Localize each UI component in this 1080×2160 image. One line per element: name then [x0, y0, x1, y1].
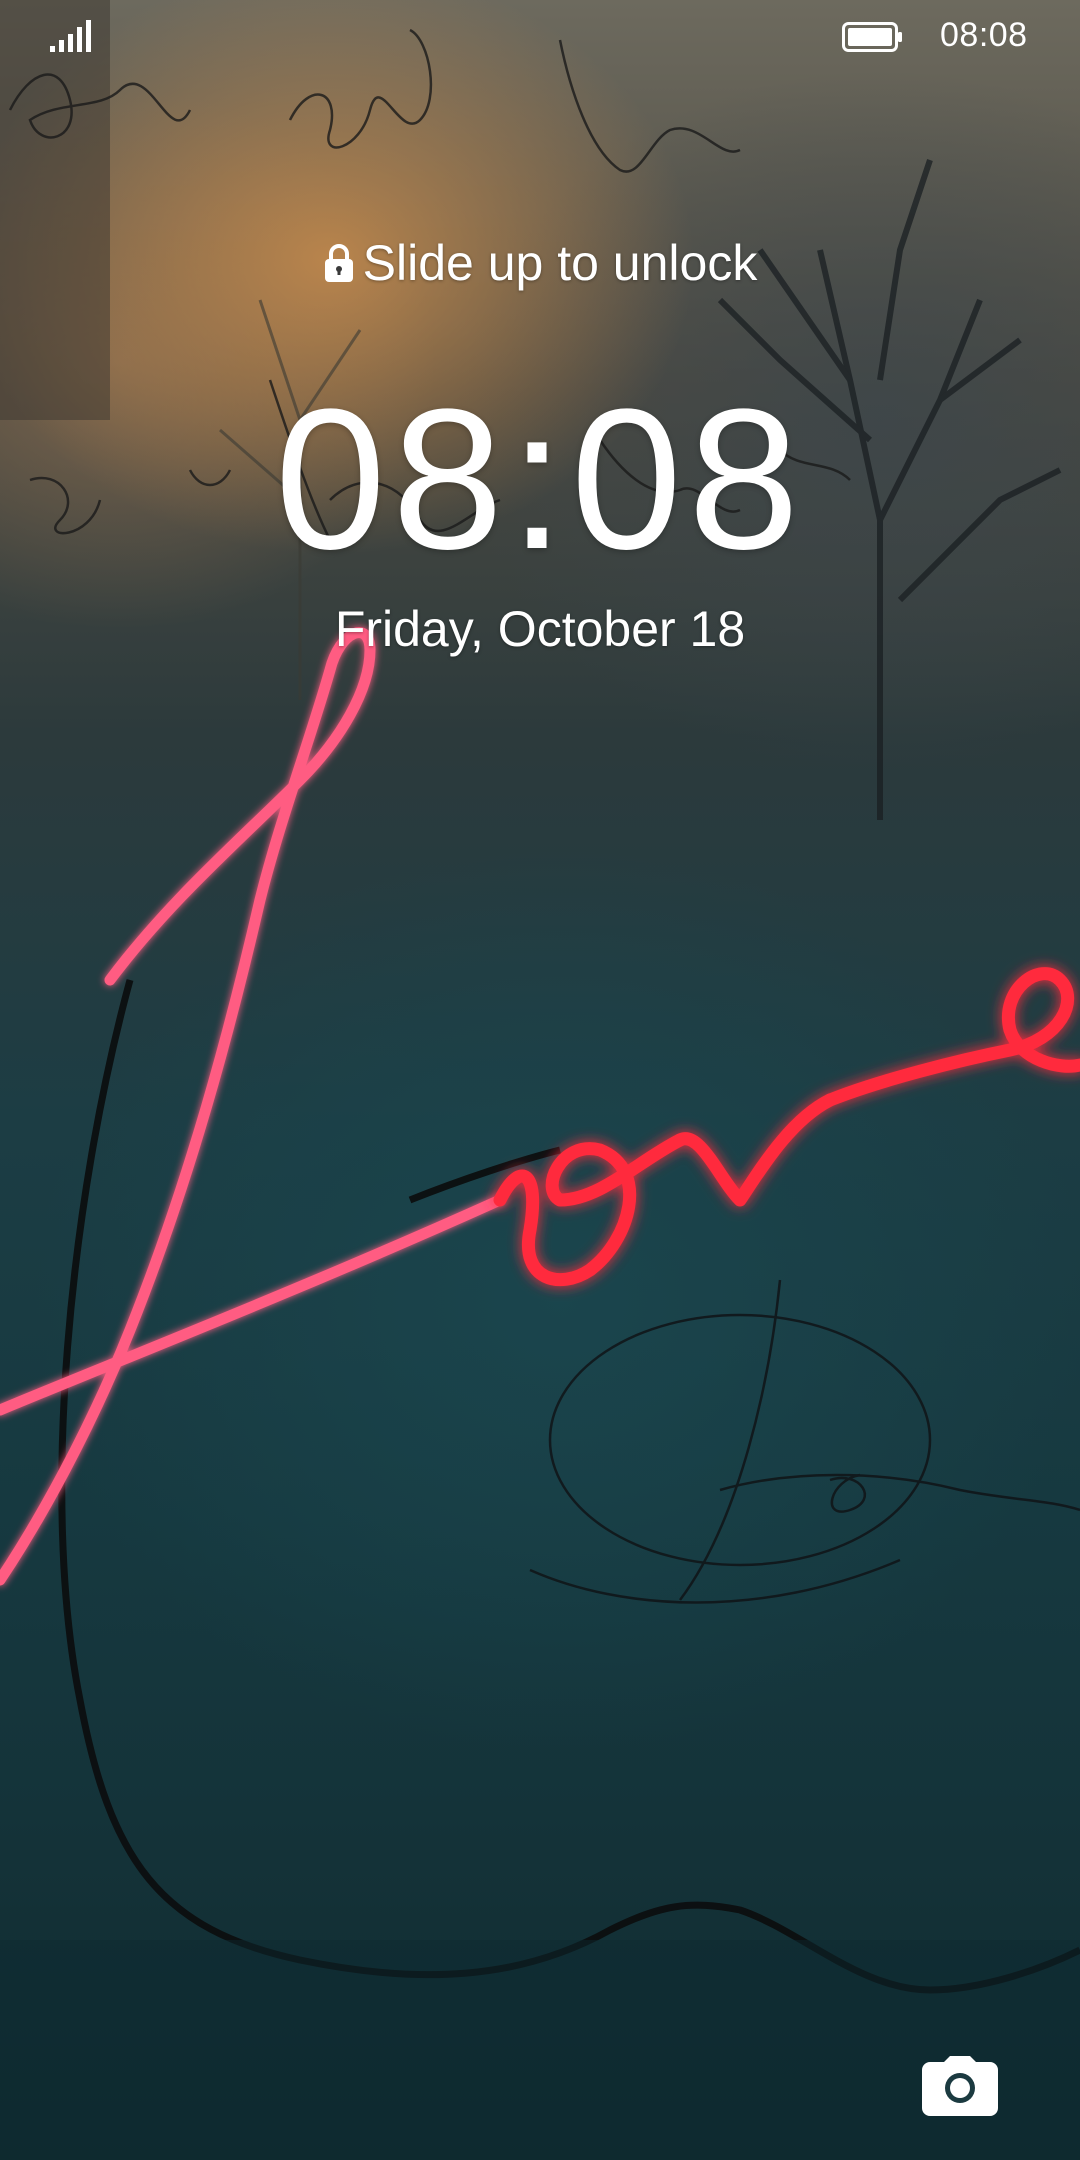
status-bar-time: 08:08: [940, 16, 1028, 54]
lock-screen-clock: 08:08: [274, 368, 806, 591]
unlock-hint-label: Slide up to unlock: [362, 235, 758, 291]
camera-icon[interactable]: [922, 2054, 998, 2116]
unlock-hint[interactable]: Slide up to unlock: [0, 234, 1080, 292]
wallpaper-art: [0, 0, 1080, 2160]
wallpaper-image: [0, 0, 1080, 2160]
status-bar: 08:08: [0, 0, 1080, 72]
signal-bars-icon: [50, 20, 91, 52]
lock-screen-date: Friday, October 18: [334, 601, 746, 657]
lock-screen[interactable]: 08:08 Slide up to unlock 08:08 Friday, O…: [0, 0, 1080, 2160]
battery-full-icon: [842, 22, 902, 52]
lock-icon: [324, 244, 353, 282]
